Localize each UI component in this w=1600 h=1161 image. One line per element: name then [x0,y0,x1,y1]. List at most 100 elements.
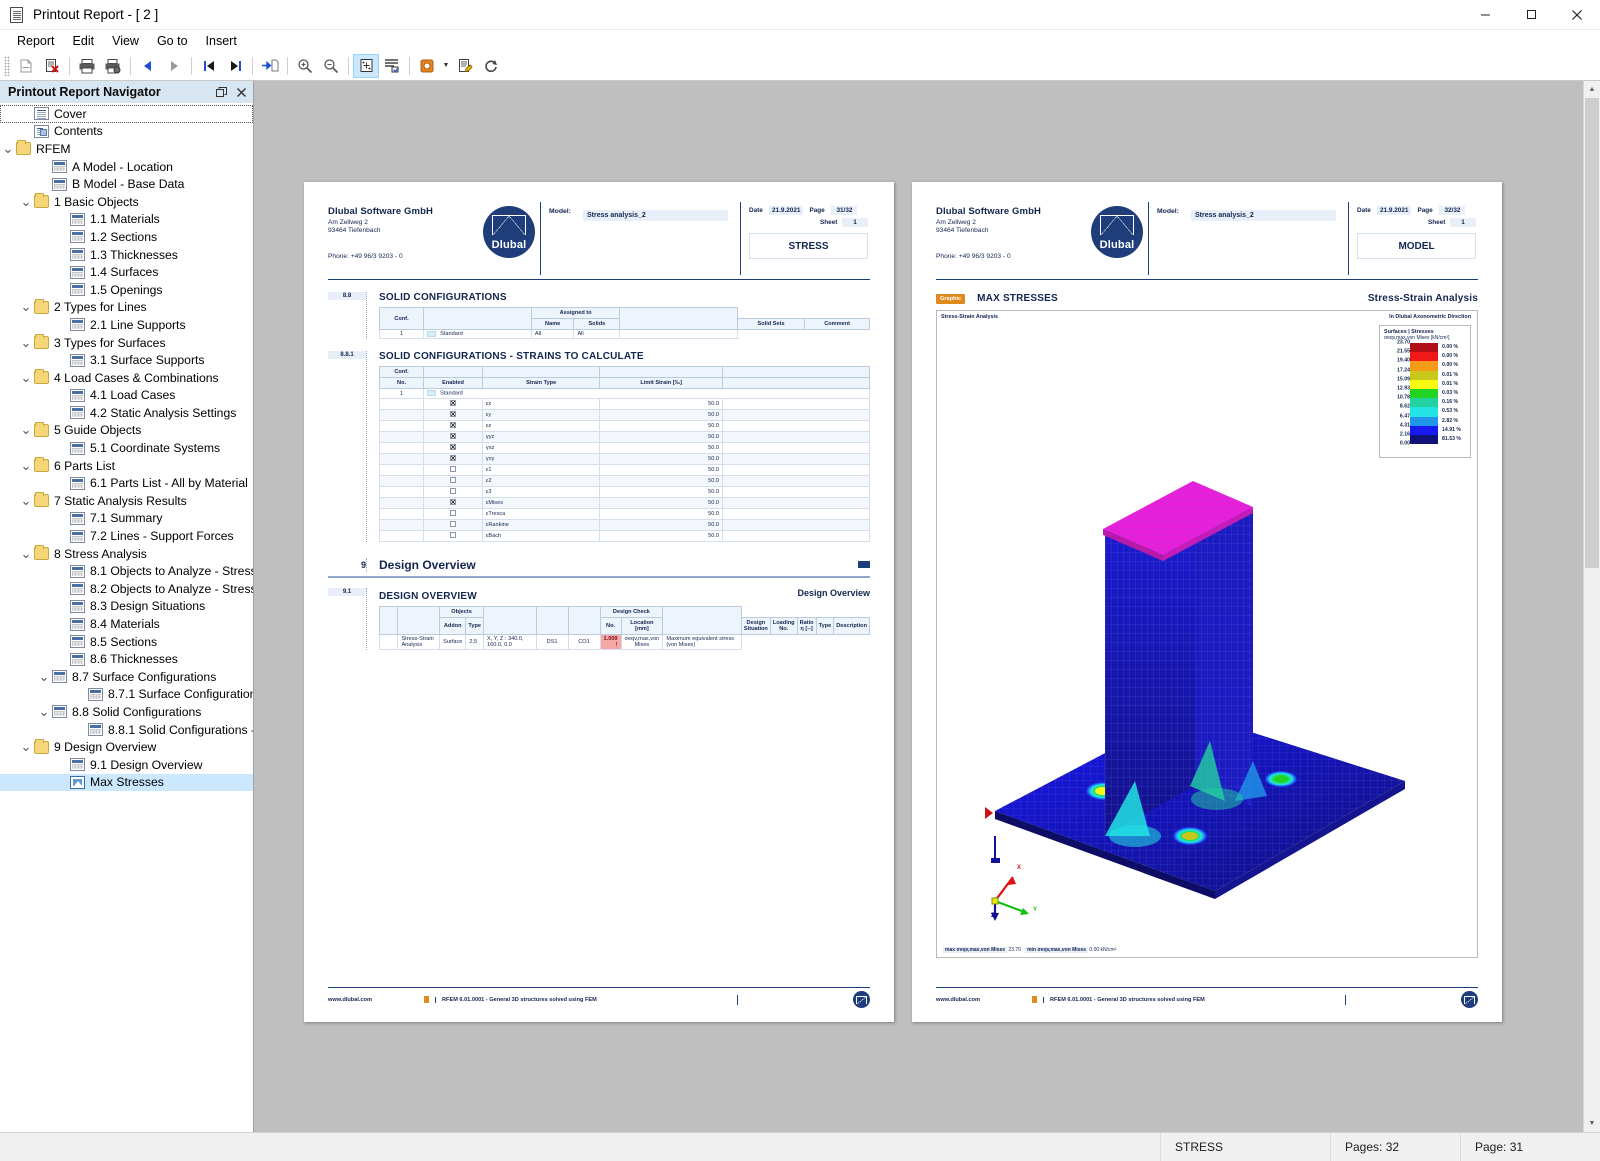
chevron-down-icon[interactable]: ⌄ [18,547,34,560]
menu-item-view[interactable]: View [103,32,148,50]
go-to-page-icon[interactable] [257,54,283,78]
toolbar-grip[interactable] [4,55,10,76]
tree-item[interactable]: 8.6 Thicknesses [0,650,253,668]
checkbox[interactable] [449,531,456,538]
tree-item[interactable]: Max Stresses [0,773,253,792]
chevron-down-icon[interactable]: ⌄ [0,142,16,155]
open-report-icon[interactable] [13,54,39,78]
cell-enabled[interactable] [423,485,483,498]
undock-icon[interactable] [213,84,229,100]
tree-item[interactable]: ⌄ 6 Parts List [0,457,253,475]
tree-item[interactable]: B Model - Base Data [0,175,253,193]
tree-item[interactable]: ⌄ 1 Basic Objects [0,193,253,211]
delete-report-icon[interactable] [39,54,65,78]
tree-item[interactable]: 7.2 Lines - Support Forces [0,527,253,545]
report-page-32[interactable]: Dlubal Software GmbH Am Zellweg 2 93464 … [912,182,1502,1022]
tree-item[interactable]: 7.1 Summary [0,510,253,528]
tree-item[interactable]: 4.2 Static Analysis Settings [0,404,253,422]
tree-item[interactable]: ⌄ 8 Stress Analysis [0,545,253,563]
stress-graphic[interactable]: Stress-Strain Analysis In Dlubal Axonome… [936,310,1478,958]
document-viewport[interactable]: Dlubal Software GmbH Am Zellweg 2 93464 … [254,81,1600,1132]
tree-item[interactable]: ⌄ RFEM [0,140,253,158]
cell-enabled[interactable] [423,430,483,443]
chevron-down-icon[interactable]: ▼ [440,54,452,78]
minimize-button[interactable] [1462,0,1508,30]
tree-item[interactable]: ⌄ 2 Types for Lines [0,298,253,317]
tree-item[interactable]: 3.1 Surface Supports [0,351,253,369]
zoom-in-icon[interactable] [292,54,318,78]
maximize-button[interactable] [1508,0,1554,30]
tree-item[interactable]: ⌄ 3 Types for Surfaces [0,334,253,352]
menu-item-edit[interactable]: Edit [64,32,104,50]
last-page-icon[interactable] [222,54,248,78]
cell-enabled[interactable] [423,507,483,520]
report-page-31[interactable]: Dlubal Software GmbH Am Zellweg 2 93464 … [304,182,894,1022]
tree-item[interactable]: 8.4 Materials [0,615,253,633]
zoom-out-icon[interactable] [318,54,344,78]
tree-item[interactable]: 8.3 Design Situations [0,598,253,616]
checkbox[interactable] [449,509,456,516]
tree-item[interactable]: ⌄ 9 Design Overview [0,738,253,756]
tree-item[interactable]: 6.1 Parts List - All by Material [0,474,253,492]
chevron-down-icon[interactable]: ⌄ [18,494,34,507]
fit-page-icon[interactable] [353,53,379,78]
scrollbar-thumb[interactable] [1585,98,1599,568]
tree-item[interactable]: ⌄ 8.8 Solid Configurations [0,703,253,721]
tree-item[interactable]: ⌄ 4 Load Cases & Combinations [0,369,253,387]
chevron-down-icon[interactable]: ⌄ [18,459,34,472]
tree-item[interactable]: 2.1 Line Supports [0,316,253,334]
tree-item[interactable]: 8.1 Objects to Analyze - Stresses [0,562,253,580]
checkbox[interactable] [449,454,456,461]
checkbox[interactable] [449,421,456,428]
cell-enabled[interactable] [423,397,483,410]
chevron-down-icon[interactable]: ⌄ [18,300,34,313]
tree-item[interactable]: ⌄ 5 Guide Objects [0,421,253,440]
tree-item[interactable]: ⌄ 7 Static Analysis Results [0,492,253,510]
cell-enabled[interactable] [423,441,483,454]
checkbox[interactable] [449,432,456,439]
tree-item[interactable]: 1.2 Sections [0,228,253,246]
chevron-down-icon[interactable]: ⌄ [18,195,34,208]
menu-item-goto[interactable]: Go to [148,32,197,50]
tree-item[interactable]: 5.1 Coordinate Systems [0,439,253,457]
tree-item[interactable]: 1.5 Openings [0,281,253,299]
chevron-down-icon[interactable]: ⌄ [18,740,34,753]
menu-item-insert[interactable]: Insert [197,32,246,50]
cell-enabled[interactable] [423,408,483,421]
tree-item[interactable]: 8.8.1 Solid Configurations - S… [0,721,253,739]
checkbox[interactable] [449,465,456,472]
cell-enabled[interactable] [423,452,483,465]
first-page-icon[interactable] [196,54,222,78]
tree-item[interactable]: 8.5 Sections [0,633,253,651]
two-page-view-icon[interactable] [379,54,405,78]
tree-item[interactable]: Cover [0,105,253,123]
print-settings-icon[interactable] [100,54,126,78]
checkbox[interactable] [449,443,456,450]
cell-enabled[interactable] [423,474,483,487]
tree-item[interactable]: 1.4 Surfaces [0,263,253,281]
cell-enabled[interactable] [423,463,483,476]
tree-item[interactable]: 8.7.1 Surface Configurations… [0,686,253,704]
tree-item[interactable]: 9.1 Design Overview [0,756,253,774]
cell-enabled[interactable] [423,518,483,531]
checkbox[interactable] [449,399,456,406]
previous-page-icon[interactable] [135,54,161,78]
vertical-scrollbar[interactable]: ▲ ▼ [1583,81,1600,1132]
checkbox[interactable] [449,410,456,417]
tree-item[interactable]: 1.1 Materials [0,211,253,229]
checkbox[interactable] [449,498,456,505]
next-page-icon[interactable] [161,54,187,78]
tree-item[interactable]: Contents [0,123,253,141]
chevron-down-icon[interactable]: ⌄ [18,423,34,436]
tree-item[interactable]: 1.3 Thicknesses [0,246,253,264]
chevron-down-icon[interactable]: ⌄ [18,371,34,384]
tree-item[interactable]: ⌄ 8.7 Surface Configurations [0,668,253,686]
cell-enabled[interactable] [423,529,483,542]
chevron-down-icon[interactable]: ⌄ [18,336,34,349]
scroll-down-icon[interactable]: ▼ [1584,1115,1600,1132]
print-icon[interactable] [74,54,100,78]
chevron-down-icon[interactable]: ⌄ [36,670,52,683]
close-button[interactable] [1554,0,1600,30]
refresh-icon[interactable] [478,54,504,78]
checkbox[interactable] [449,520,456,527]
